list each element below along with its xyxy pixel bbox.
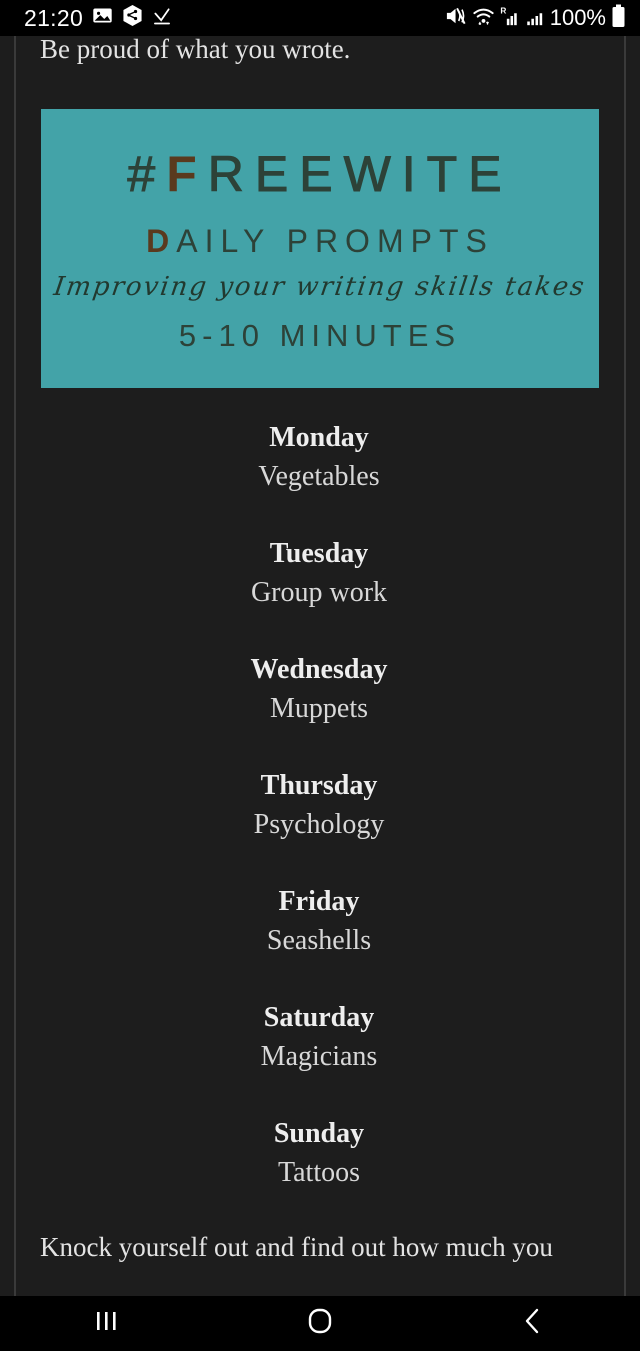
list-item: Wednesday Muppets xyxy=(14,652,624,730)
battery-percent-label: 100% xyxy=(549,5,606,30)
list-item: Sunday Tattoos xyxy=(14,1116,624,1194)
list-item: Thursday Psychology xyxy=(14,768,624,846)
prompt-day-label: Wednesday xyxy=(250,654,388,685)
prompt-topic-label: Tattoos xyxy=(277,1157,361,1188)
daily-prompt-list: Monday Vegetables Tuesday Group work Wed… xyxy=(14,420,624,1232)
mute-icon xyxy=(445,6,467,31)
status-bar-right-group: R 100% xyxy=(445,4,626,33)
battery-icon xyxy=(611,4,626,33)
share-hexagon-icon xyxy=(122,4,143,32)
roaming-signal-icon: R xyxy=(500,5,521,32)
back-icon xyxy=(520,1306,546,1341)
home-button[interactable] xyxy=(213,1296,426,1351)
list-item: Friday Seashells xyxy=(14,884,624,962)
prompt-day-label: Thursday xyxy=(260,770,378,801)
banner-duration-line: 5-10 MINUTES xyxy=(178,318,462,353)
list-item: Monday Vegetables xyxy=(14,420,624,498)
back-button[interactable] xyxy=(427,1296,640,1351)
phone-screen: Be proud of what you wrote. #FREEWITE DA… xyxy=(0,0,640,1351)
banner-title-hash: # xyxy=(127,146,167,203)
home-icon xyxy=(306,1306,334,1341)
recents-button[interactable] xyxy=(0,1296,213,1351)
prompt-topic-label: Magicians xyxy=(260,1041,378,1072)
banner-title-accent-letter: F xyxy=(166,146,208,202)
prompt-topic-label: Muppets xyxy=(270,693,368,724)
prompt-day-label: Monday xyxy=(269,422,369,453)
banner-title-rest: REEWITE xyxy=(207,146,513,203)
banner-subtitle-rest: AILY PROMPTS xyxy=(176,223,494,259)
signal-icon xyxy=(526,5,545,32)
prompt-topic-label: Seashells xyxy=(266,925,372,956)
download-complete-icon xyxy=(152,6,172,31)
wifi-icon xyxy=(472,6,495,31)
prompt-topic-label: Psychology xyxy=(253,809,385,840)
prompt-day-label: Saturday xyxy=(263,1002,375,1033)
image-icon xyxy=(92,5,113,31)
recents-icon xyxy=(94,1307,120,1340)
status-bar: 21:20 R 100% xyxy=(0,0,640,36)
banner-script-line: Improving your writing skills takes xyxy=(52,272,588,302)
article-content: Be proud of what you wrote. #FREEWITE DA… xyxy=(0,0,640,1296)
freewrite-banner-image: #FREEWITE DAILY PROMPTS Improving your w… xyxy=(41,109,599,388)
status-bar-left-group: 21:20 xyxy=(24,4,172,32)
outro-paragraph: Knock yourself out and find out how much… xyxy=(40,1232,553,1262)
navigation-bar xyxy=(0,1296,640,1351)
banner-subtitle-accent-letter: D xyxy=(146,223,177,259)
clock: 21:20 xyxy=(24,4,84,31)
prompt-topic-label: Vegetables xyxy=(258,461,380,492)
prompt-day-label: Tuesday xyxy=(269,538,369,569)
prompt-day-label: Friday xyxy=(278,886,360,917)
banner-title: #FREEWITE xyxy=(127,145,512,203)
svg-text:R: R xyxy=(500,6,506,15)
list-item: Tuesday Group work xyxy=(14,536,624,614)
content-column-rule-right xyxy=(624,0,626,1296)
prompt-topic-label: Group work xyxy=(250,577,388,608)
banner-subtitle: DAILY PROMPTS xyxy=(146,223,494,260)
list-item: Saturday Magicians xyxy=(14,1000,624,1078)
prompt-day-label: Sunday xyxy=(273,1118,365,1149)
